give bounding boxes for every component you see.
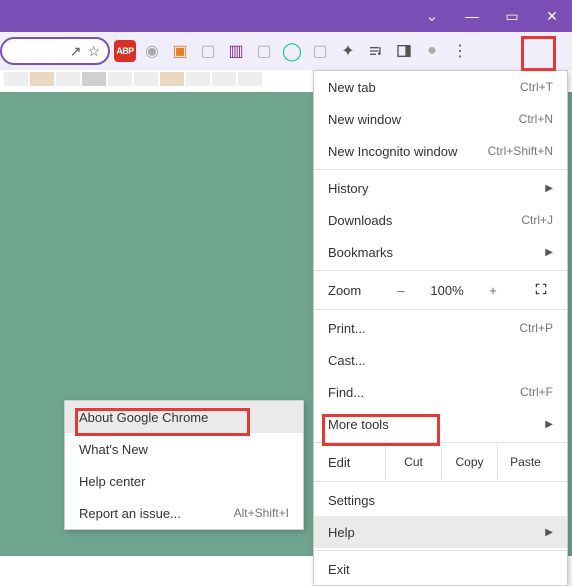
fullscreen-icon [534,282,548,296]
menu-exit[interactable]: Exit [314,553,567,585]
zoom-out-button[interactable]: – [389,283,413,298]
window-titlebar: ⌄ — ▭ ✕ [0,0,572,32]
extension-placeholder: ▢ [308,39,332,63]
menu-label: Exit [328,562,553,577]
bookmark-item[interactable] [4,72,28,86]
menu-report-issue[interactable]: Report an issue... Alt+Shift+I [65,497,303,529]
extension-icon[interactable]: ◉ [140,39,164,63]
list-music-icon [368,43,384,59]
bookmark-item[interactable] [30,72,54,86]
menu-downloads[interactable]: Downloads Ctrl+J [314,204,567,236]
menu-label: About Google Chrome [79,410,289,425]
side-panel-icon[interactable] [392,39,416,63]
address-bar[interactable]: ↗ ☆ [0,37,110,65]
bookmark-item[interactable] [238,72,262,86]
menu-settings[interactable]: Settings [314,484,567,516]
menu-label: Help [328,525,525,540]
menu-label: New window [328,112,499,127]
menu-new-tab[interactable]: New tab Ctrl+T [314,71,567,103]
submenu-arrow-icon: ▶ [545,247,553,258]
menu-label: More tools [328,417,525,432]
cut-button[interactable]: Cut [385,445,441,479]
menu-about-chrome[interactable]: About Google Chrome [65,401,303,433]
menu-label: History [328,181,525,196]
zoom-label: Zoom [328,283,377,298]
share-icon[interactable]: ↗ [70,43,82,60]
minimize-button[interactable]: — [452,0,492,32]
menu-cast[interactable]: Cast... [314,344,567,376]
bookmark-item[interactable] [108,72,132,86]
bookmark-item[interactable] [186,72,210,86]
fullscreen-button[interactable] [529,282,553,299]
tab-dropdown-icon[interactable]: ⌄ [412,0,452,32]
bookmark-item[interactable] [212,72,236,86]
menu-edit-row: Edit Cut Copy Paste [314,445,567,479]
menu-label: New Incognito window [328,144,468,159]
maximize-button[interactable]: ▭ [492,0,532,32]
extension-icon[interactable]: ▥ [224,39,248,63]
bookmark-item[interactable] [56,72,80,86]
extension-icon[interactable]: ▢ [252,39,276,63]
menu-label: Help center [79,474,289,489]
menu-accelerator: Ctrl+F [520,385,553,399]
menu-label: Settings [328,493,553,508]
menu-accelerator: Ctrl+P [519,321,553,335]
help-submenu: About Google Chrome What's New Help cent… [64,400,304,530]
menu-accelerator: Ctrl+T [520,80,553,94]
chrome-main-menu: New tab Ctrl+T New window Ctrl+N New Incog… [313,70,568,586]
menu-zoom-row: Zoom – 100% + [314,273,567,307]
grammarly-extension-icon[interactable]: ◯ [280,39,304,63]
menu-help[interactable]: Help ▶ [314,516,567,548]
submenu-arrow-icon: ▶ [545,527,553,538]
extension-icon[interactable]: ▢ [196,39,220,63]
zoom-value: 100% [425,283,469,298]
browser-toolbar: ↗ ☆ ABP ◉ ▣ ▢ ▥ ▢ ◯ ▢ ✦ ● ⋮ [0,32,572,70]
menu-bookmarks[interactable]: Bookmarks ▶ [314,236,567,268]
menu-new-incognito[interactable]: New Incognito window Ctrl+Shift+N [314,135,567,167]
bookmark-star-icon[interactable]: ☆ [87,43,100,60]
bookmark-item[interactable] [134,72,158,86]
menu-more-tools[interactable]: More tools ▶ [314,408,567,440]
bookmark-item[interactable] [82,72,106,86]
paste-button[interactable]: Paste [497,445,553,479]
menu-label: New tab [328,80,500,95]
menu-help-center[interactable]: Help center [65,465,303,497]
menu-whats-new[interactable]: What's New [65,433,303,465]
menu-label: Report an issue... [79,506,214,521]
extensions-puzzle-icon[interactable]: ✦ [336,39,360,63]
profile-avatar[interactable]: ● [420,39,444,63]
reading-list-icon[interactable] [364,39,388,63]
submenu-arrow-icon: ▶ [545,419,553,430]
menu-label: Print... [328,321,499,336]
menu-label: Bookmarks [328,245,525,260]
panel-icon [396,43,412,59]
menu-print[interactable]: Print... Ctrl+P [314,312,567,344]
copy-button[interactable]: Copy [441,445,497,479]
menu-new-window[interactable]: New window Ctrl+N [314,103,567,135]
edit-label: Edit [328,455,385,470]
chrome-menu-button[interactable]: ⋮ [448,39,472,63]
menu-label: What's New [79,442,289,457]
menu-label: Downloads [328,213,501,228]
bookmark-item[interactable] [160,72,184,86]
adblock-extension-icon[interactable]: ABP [114,40,136,62]
menu-history[interactable]: History ▶ [314,172,567,204]
menu-accelerator: Ctrl+N [519,112,553,126]
zoom-in-button[interactable]: + [481,283,505,298]
close-button[interactable]: ✕ [532,0,572,32]
menu-label: Find... [328,385,500,400]
menu-accelerator: Ctrl+J [521,213,553,227]
extension-icon[interactable]: ▣ [168,39,192,63]
menu-accelerator: Ctrl+Shift+N [488,144,553,158]
menu-find[interactable]: Find... Ctrl+F [314,376,567,408]
menu-accelerator: Alt+Shift+I [234,506,289,520]
submenu-arrow-icon: ▶ [545,183,553,194]
menu-label: Cast... [328,353,553,368]
